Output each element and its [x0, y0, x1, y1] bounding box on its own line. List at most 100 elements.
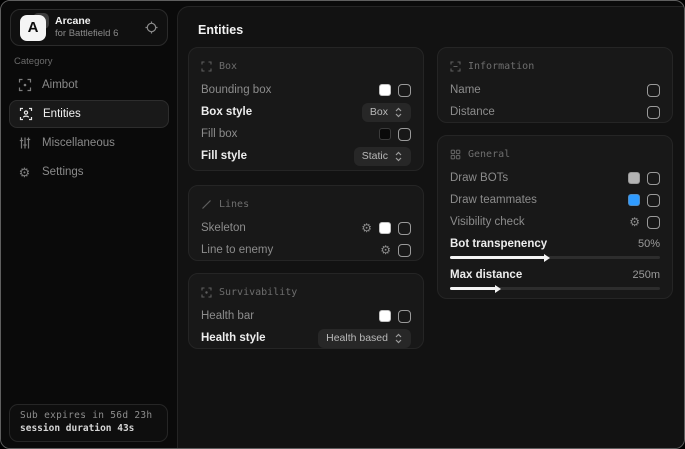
skeleton-row: Skeleton ⚙	[201, 217, 411, 239]
box-card-header: Box	[201, 57, 411, 75]
brand-card: A Arcane for Battlefield 6	[10, 9, 168, 46]
draw-bots-row: Draw BOTs	[450, 167, 660, 189]
max-distance-value: 250m	[632, 269, 660, 281]
bot-transparency-value: 50%	[638, 238, 660, 250]
draw-teammates-checkbox[interactable]	[647, 194, 660, 207]
sidebar-item-label: Entities	[43, 108, 81, 120]
box-card-title: Box	[219, 61, 237, 72]
name-row: Name	[450, 79, 660, 101]
brand-title: Arcane	[55, 15, 136, 27]
bounding-box-color-swatch[interactable]	[379, 84, 391, 96]
box-style-row: Box style Box	[201, 101, 411, 123]
sidebar-item-aimbot[interactable]: Aimbot	[9, 71, 169, 99]
fill-box-color-swatch[interactable]	[379, 128, 391, 140]
bot-transparency-slider-fill	[450, 256, 545, 259]
fill-box-checkbox[interactable]	[398, 128, 411, 141]
health-brackets-icon	[201, 287, 212, 298]
visibility-check-checkbox[interactable]	[647, 216, 660, 229]
line-to-enemy-label: Line to enemy	[201, 244, 273, 256]
skeleton-label: Skeleton	[201, 222, 246, 234]
lines-card-header: Lines	[201, 195, 411, 213]
box-card: Box Bounding box Box style Box	[188, 47, 424, 171]
skeleton-checkbox[interactable]	[398, 222, 411, 235]
grid-icon	[450, 149, 461, 160]
general-card-title: General	[468, 149, 510, 160]
health-style-label: Health style	[201, 332, 266, 344]
max-distance-slider-fill	[450, 287, 496, 290]
logo-letter: A	[20, 15, 46, 41]
draw-bots-color-swatch[interactable]	[628, 172, 640, 184]
max-distance-slider[interactable]	[450, 287, 660, 290]
distance-checkbox[interactable]	[647, 106, 660, 119]
bounding-box-label: Bounding box	[201, 84, 271, 96]
sidebar: A Arcane for Battlefield 6 Category	[1, 1, 177, 448]
scan-person-icon	[18, 107, 33, 121]
subscription-card: Sub expires in 56d 23h session duration …	[9, 404, 168, 442]
sidebar-item-label: Settings	[42, 166, 84, 178]
box-style-value: Box	[370, 106, 388, 118]
health-style-row: Health style Health based	[201, 327, 411, 349]
brand-subtitle: for Battlefield 6	[55, 29, 136, 40]
chevron-up-down-icon	[394, 107, 403, 118]
bot-transparency-label: Bot transpenency	[450, 238, 547, 250]
health-bar-checkbox[interactable]	[398, 310, 411, 323]
sidebar-item-entities[interactable]: Entities	[9, 100, 169, 128]
gear-icon[interactable]: ⚙	[361, 222, 372, 234]
distance-label: Distance	[450, 106, 495, 118]
gear-icon: ⚙	[17, 166, 32, 179]
sidebar-item-settings[interactable]: ⚙ Settings	[9, 158, 169, 186]
gear-icon[interactable]: ⚙	[380, 244, 391, 256]
sidebar-item-label: Miscellaneous	[42, 137, 115, 149]
brand-text: Arcane for Battlefield 6	[55, 15, 136, 40]
health-bar-color-swatch[interactable]	[379, 310, 391, 322]
sub-expiry-text: Sub expires in 56d 23h	[20, 410, 157, 421]
diagonal-line-icon	[201, 199, 212, 210]
chevron-up-down-icon	[394, 151, 403, 162]
sidebar-nav: Aimbot Entities	[9, 71, 169, 187]
box-style-label: Box style	[201, 106, 252, 118]
fill-style-row: Fill style Static	[201, 145, 411, 167]
bounding-box-row: Bounding box	[201, 79, 411, 101]
visibility-check-label: Visibility check	[450, 216, 525, 228]
box-style-dropdown[interactable]: Box	[362, 103, 411, 122]
general-card: General Draw BOTs Draw teammates Visibil…	[437, 135, 673, 299]
fill-style-dropdown[interactable]: Static	[354, 147, 411, 166]
draw-teammates-row: Draw teammates	[450, 189, 660, 211]
health-style-dropdown[interactable]: Health based	[318, 329, 411, 348]
max-distance-label: Max distance	[450, 269, 522, 281]
draw-teammates-label: Draw teammates	[450, 194, 537, 206]
skeleton-color-swatch[interactable]	[379, 222, 391, 234]
lines-card: Lines Skeleton ⚙ Line to enemy ⚙	[188, 185, 424, 261]
line-to-enemy-checkbox[interactable]	[398, 244, 411, 257]
sliders-icon	[17, 136, 32, 150]
distance-row: Distance	[450, 101, 660, 123]
bot-transparency-group: Bot transpenency 50%	[450, 234, 660, 259]
general-card-header: General	[450, 145, 660, 163]
information-card: Information Name Distance	[437, 47, 673, 123]
draw-teammates-color-swatch[interactable]	[628, 194, 640, 206]
fill-box-row: Fill box	[201, 123, 411, 145]
name-checkbox[interactable]	[647, 84, 660, 97]
sidebar-item-label: Aimbot	[42, 79, 78, 91]
app-window: A Arcane for Battlefield 6 Category	[0, 0, 685, 449]
draw-bots-checkbox[interactable]	[647, 172, 660, 185]
app-logo: A	[20, 15, 46, 41]
line-to-enemy-row: Line to enemy ⚙	[201, 239, 411, 261]
visibility-check-row: Visibility check ⚙	[450, 211, 660, 233]
bounding-box-checkbox[interactable]	[398, 84, 411, 97]
sidebar-item-miscellaneous[interactable]: Miscellaneous	[9, 129, 169, 157]
info-scan-icon	[450, 61, 461, 72]
fill-style-value: Static	[362, 150, 388, 162]
bot-transparency-slider[interactable]	[450, 256, 660, 259]
survivability-card-title: Survivability	[219, 287, 297, 298]
draw-bots-label: Draw BOTs	[450, 172, 508, 184]
lines-card-title: Lines	[219, 199, 249, 210]
name-label: Name	[450, 84, 481, 96]
information-card-header: Information	[450, 57, 660, 75]
crosshair-icon[interactable]	[145, 21, 158, 34]
fill-box-label: Fill box	[201, 128, 237, 140]
gear-icon[interactable]: ⚙	[629, 216, 640, 228]
category-label: Category	[14, 56, 53, 67]
survivability-card: Survivability Health bar Health style He…	[188, 273, 424, 349]
chevron-up-down-icon	[394, 333, 403, 344]
